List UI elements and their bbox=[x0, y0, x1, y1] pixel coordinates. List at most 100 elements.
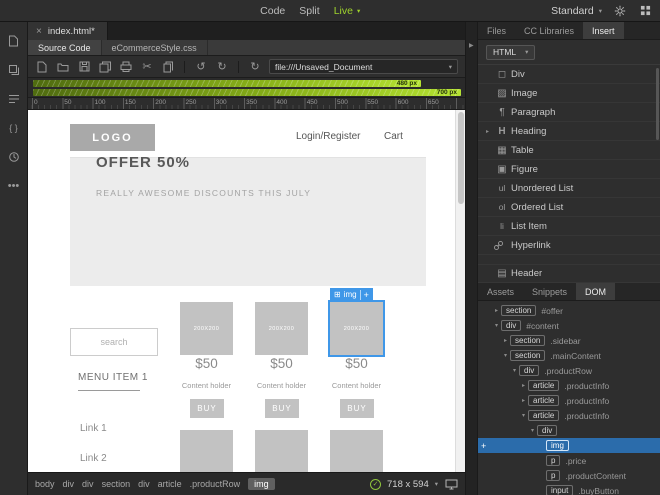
tag-path-item-img[interactable]: img bbox=[248, 478, 275, 490]
panel-splitter[interactable]: ▶ bbox=[465, 22, 478, 495]
insert-item-ordered-list[interactable]: ol Ordered List bbox=[478, 198, 660, 217]
expand-arrow-icon[interactable]: ▸ bbox=[501, 337, 510, 344]
site-logo[interactable]: LOGO bbox=[70, 124, 155, 151]
open-file-icon[interactable] bbox=[56, 60, 70, 74]
save-icon[interactable] bbox=[77, 60, 91, 74]
new-file-icon[interactable] bbox=[35, 60, 49, 74]
expand-arrow-icon[interactable]: ▾ bbox=[510, 367, 519, 374]
snippets-panel-icon[interactable] bbox=[7, 92, 21, 106]
design-scrollbar[interactable] bbox=[455, 110, 465, 472]
caret-down-icon[interactable]: ▾ bbox=[435, 480, 438, 488]
app-grid-icon[interactable] bbox=[638, 4, 652, 18]
copy-icon[interactable] bbox=[161, 60, 175, 74]
tab-files[interactable]: Files bbox=[478, 22, 515, 39]
insert-item-heading[interactable]: ▸ H Heading bbox=[478, 122, 660, 141]
dom-row-content[interactable]: ▾ div #content bbox=[478, 318, 660, 333]
product-image-placeholder[interactable]: 200X200 bbox=[255, 302, 308, 355]
dom-row-offer[interactable]: ▸ section #offer bbox=[478, 303, 660, 318]
insert-item-list-item[interactable]: li List Item bbox=[478, 217, 660, 236]
css-designer-icon[interactable]: { } bbox=[7, 121, 21, 135]
refresh-icon[interactable]: ↻ bbox=[248, 60, 262, 74]
files-panel-icon[interactable] bbox=[7, 34, 21, 48]
media-query-bar-480[interactable]: 480 px bbox=[33, 80, 421, 87]
selected-element-tag-label[interactable]: ⊞ img + bbox=[330, 288, 373, 301]
dom-row-img[interactable]: img + bbox=[478, 438, 660, 453]
collapse-panel-icon[interactable]: ▶ bbox=[469, 42, 474, 49]
insert-item-unordered-list[interactable]: ul Unordered List bbox=[478, 179, 660, 198]
dom-row-productInfo[interactable]: ▸ article .productInfo bbox=[478, 393, 660, 408]
dom-row-mainContent[interactable]: ▾ section .mainContent bbox=[478, 348, 660, 363]
address-input[interactable] bbox=[275, 61, 444, 72]
dom-row-price[interactable]: p .price bbox=[478, 453, 660, 468]
dom-row-div[interactable]: ▾ div bbox=[478, 423, 660, 438]
media-query-bar-700[interactable]: 700 px bbox=[33, 89, 461, 96]
expand-arrow-icon[interactable]: ▾ bbox=[501, 352, 510, 359]
lint-ok-icon[interactable]: ✓ bbox=[370, 478, 381, 490]
document-tab[interactable]: × index.html* bbox=[28, 22, 108, 40]
dom-row-productInfo[interactable]: ▾ article .productInfo bbox=[478, 408, 660, 423]
dom-row-productInfo[interactable]: ▸ article .productInfo bbox=[478, 378, 660, 393]
insert-item-paragraph[interactable]: ¶ Paragraph bbox=[478, 103, 660, 122]
expand-arrow-icon[interactable]: ▾ bbox=[528, 427, 537, 434]
device-preview-icon[interactable] bbox=[444, 477, 458, 491]
product-image-placeholder-row2[interactable] bbox=[330, 430, 383, 472]
tab-cc-libraries[interactable]: CC Libraries bbox=[515, 22, 583, 39]
login-register-link[interactable]: Login/Register bbox=[296, 131, 360, 142]
cart-link[interactable]: Cart bbox=[384, 131, 403, 142]
view-mode-code[interactable]: Code bbox=[260, 5, 285, 17]
tag-path-item-section[interactable]: section bbox=[102, 479, 131, 489]
insert-item-div[interactable]: ◻ Div bbox=[478, 65, 660, 84]
related-file-stylesheet[interactable]: eCommerceStyle.css bbox=[102, 40, 208, 55]
buy-button[interactable]: BUY bbox=[265, 399, 299, 418]
product-image-placeholder-row2[interactable] bbox=[255, 430, 308, 472]
product-image-placeholder-row2[interactable] bbox=[180, 430, 233, 472]
dom-add-element-icon[interactable]: + bbox=[481, 441, 486, 451]
tag-path-item-div[interactable]: div bbox=[138, 479, 150, 489]
insert-item-image[interactable]: ▨ Image bbox=[478, 84, 660, 103]
product-image-placeholder[interactable]: 200X200 bbox=[328, 300, 385, 357]
expand-arrow-icon[interactable]: ▾ bbox=[492, 322, 501, 329]
insert-item-header[interactable]: ▤ Header bbox=[478, 264, 660, 283]
settings-gear-icon[interactable] bbox=[613, 4, 627, 18]
insert-item-figure[interactable]: ▣ Figure bbox=[478, 160, 660, 179]
insert-item-hyperlink[interactable]: Hyperlink bbox=[478, 236, 660, 255]
cut-icon[interactable]: ✂ bbox=[140, 60, 154, 74]
expand-arrow-icon[interactable]: ▸ bbox=[519, 382, 528, 389]
related-file-source-code[interactable]: Source Code bbox=[28, 40, 102, 55]
expand-arrow-icon[interactable]: ▸ bbox=[492, 307, 501, 314]
buy-button[interactable]: BUY bbox=[190, 399, 224, 418]
redo-icon[interactable]: ↻ bbox=[215, 60, 229, 74]
tag-path-item-div[interactable]: div bbox=[63, 479, 75, 489]
viewport-size[interactable]: 718 x 594 bbox=[387, 479, 429, 490]
product-card-3[interactable]: ⊞ img + 200X200 $50 Content holder BUY bbox=[328, 288, 385, 472]
product-card-1[interactable]: ⊞ img + 200X200 $50 Content holder BUY bbox=[180, 288, 234, 472]
tab-insert[interactable]: Insert bbox=[583, 22, 624, 39]
dom-row-sidebar[interactable]: ▸ section .sidebar bbox=[478, 333, 660, 348]
expand-arrow-icon[interactable]: ▾ bbox=[519, 412, 528, 419]
expand-arrow-icon[interactable]: ▸ bbox=[519, 397, 528, 404]
dom-row-productContent[interactable]: p .productContent bbox=[478, 468, 660, 483]
live-view-canvas[interactable]: LOGO Login/Register Cart OFFER 50% REALL… bbox=[28, 110, 465, 472]
more-panels-icon[interactable]: ••• bbox=[7, 179, 21, 193]
tag-path-item-body[interactable]: body bbox=[35, 479, 55, 489]
insert-category-dropdown[interactable]: HTML ▾ bbox=[486, 44, 536, 60]
print-icon[interactable] bbox=[119, 60, 133, 74]
scrollbar-thumb[interactable] bbox=[457, 112, 464, 204]
caret-down-icon[interactable]: ▾ bbox=[449, 63, 452, 71]
tab-snippets[interactable]: Snippets bbox=[523, 283, 576, 300]
view-mode-live[interactable]: Live ▾ bbox=[334, 5, 361, 17]
extract-panel-icon[interactable] bbox=[7, 63, 21, 77]
insert-scrollbar-thumb[interactable] bbox=[656, 68, 659, 140]
product-image-placeholder[interactable]: 200X200 bbox=[180, 302, 233, 355]
tag-path-item-article[interactable]: article bbox=[158, 479, 182, 489]
insert-item-table[interactable]: ▦ Table bbox=[478, 141, 660, 160]
tag-path-item-productRow[interactable]: .productRow bbox=[190, 479, 241, 489]
view-mode-split[interactable]: Split bbox=[299, 5, 319, 17]
tag-path-item-div[interactable]: div bbox=[82, 479, 94, 489]
tab-dom[interactable]: DOM bbox=[576, 283, 616, 300]
product-card-2[interactable]: ⊞ img + 200X200 $50 Content holder BUY bbox=[255, 288, 309, 472]
close-tab-icon[interactable]: × bbox=[36, 26, 42, 37]
dom-row-productRow[interactable]: ▾ div .productRow bbox=[478, 363, 660, 378]
behaviors-panel-icon[interactable] bbox=[7, 150, 21, 164]
workspace-menu[interactable]: Standard ▾ bbox=[551, 5, 602, 17]
